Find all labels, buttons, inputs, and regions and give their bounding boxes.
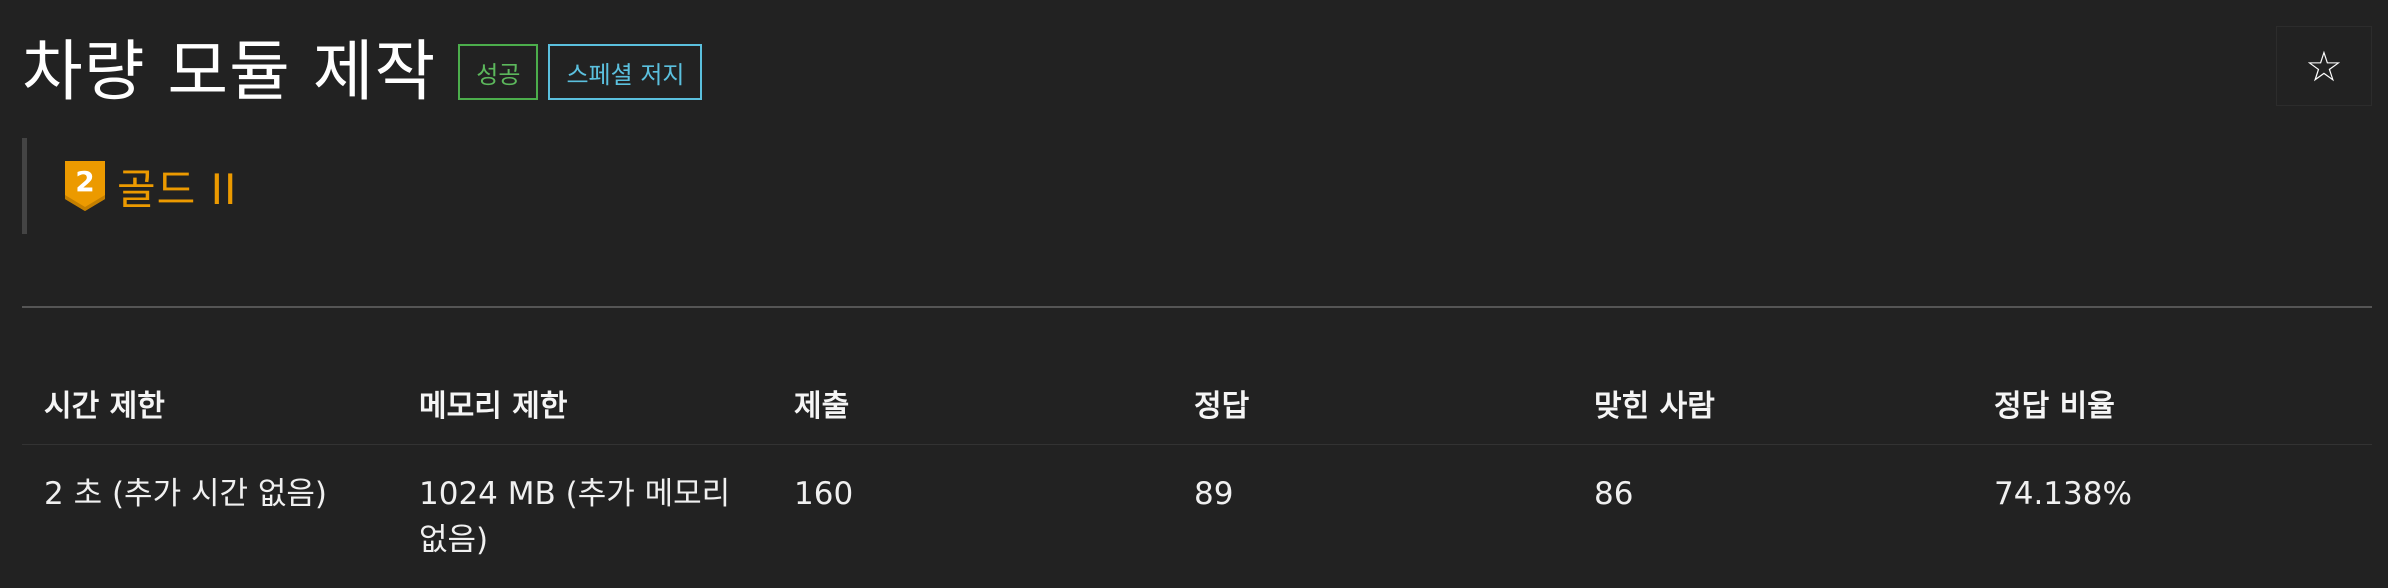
header-time-limit: 시간 제한 [44,389,165,424]
title-row: 차량 모듈 제작 성공 스페셜 저지 [22,22,703,122]
value-solvers[interactable]: 86 [1572,471,1972,563]
value-time-limit: 2 초 (추가 시간 없음) [44,476,327,512]
favorite-star-button[interactable]: ☆ [2276,26,2372,106]
header-solvers: 맞힌 사람 [1594,389,1715,424]
header-memory-limit: 메모리 제한 [419,389,568,424]
tier-label[interactable]: 골드 II [117,156,237,217]
value-accepted[interactable]: 89 [1172,471,1572,563]
tier-block: 2 골드 II [22,138,237,234]
value-ratio: 74.138% [1994,476,2132,512]
table-row: 2 초 (추가 시간 없음) 1024 MB (추가 메모리 없음) 160 8… [22,445,2372,563]
tier-gold-icon: 2 [65,161,105,211]
header-ratio: 정답 비율 [1994,389,2115,424]
section-divider [22,306,2372,308]
value-memory-limit: 1024 MB (추가 메모리 없음) [419,476,731,558]
problem-info-table: 시간 제한 메모리 제한 제출 정답 맞힌 사람 정답 비율 2 초 (추가 시… [22,362,2372,563]
special-judge-badge[interactable]: 스페셜 저지 [548,44,703,100]
tier-icon-number: 2 [75,165,94,198]
table-header-row: 시간 제한 메모리 제한 제출 정답 맞힌 사람 정답 비율 [22,362,2372,445]
problem-title: 차량 모듈 제작 [22,33,437,110]
star-icon: ☆ [2305,41,2343,91]
header-submissions: 제출 [794,389,850,424]
value-submissions[interactable]: 160 [772,471,1172,563]
header-accepted: 정답 [1194,389,1250,424]
success-badge[interactable]: 성공 [458,44,539,100]
problem-page: 차량 모듈 제작 성공 스페셜 저지 ☆ 2 골드 II 시간 제한 메모리 제… [0,0,2388,588]
